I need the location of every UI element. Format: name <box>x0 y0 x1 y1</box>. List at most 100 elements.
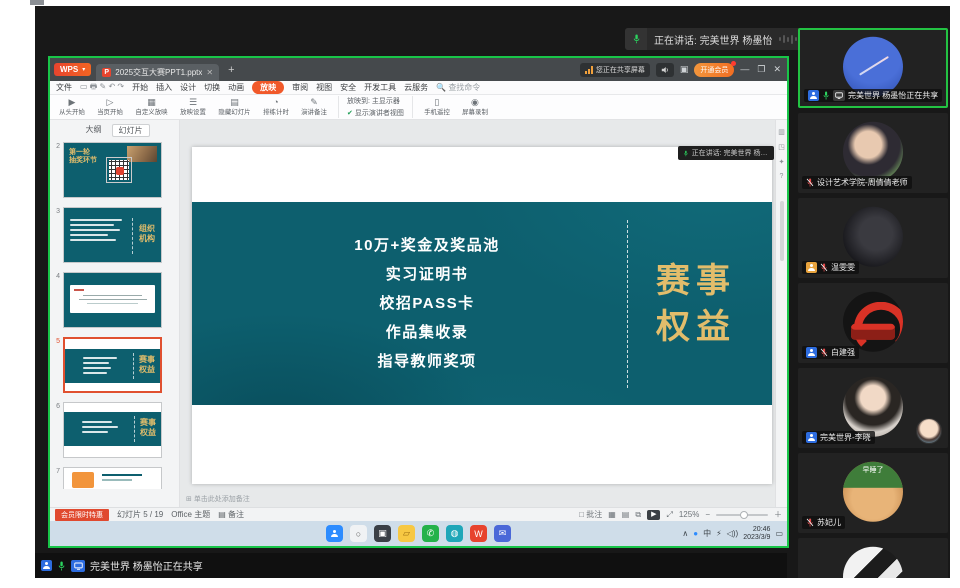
tool-rehearse-timing[interactable]: ◔排练计时 <box>262 97 290 117</box>
new-tab-button[interactable]: + <box>224 64 238 76</box>
share-audio-chip[interactable] <box>656 63 674 77</box>
speaker-icon <box>661 66 669 74</box>
member-upgrade-pill[interactable]: 开通会员 <box>694 63 734 77</box>
file-explorer-icon[interactable]: ▱ <box>398 525 415 542</box>
tab-transition[interactable]: 切换 <box>204 82 220 93</box>
floating-speaker-pill[interactable]: 正在讲话: 完美世界 杨墨怡 <box>678 146 774 160</box>
presenter-view-checkbox: ✔显示演讲者视图 <box>347 108 404 118</box>
mic-on-icon[interactable] <box>57 560 66 572</box>
host-badge-icon <box>41 560 52 571</box>
view-normal-icon[interactable]: ▦ <box>608 510 616 519</box>
right-sidebar-strip[interactable]: ▥◳ ✦? <box>775 120 787 507</box>
mic-muted-icon <box>806 177 814 188</box>
find-command-box[interactable]: 🔍 查找命令 <box>436 82 480 93</box>
screen-share-icon[interactable] <box>71 560 85 572</box>
tab-devtools[interactable]: 开发工具 <box>364 82 396 93</box>
close-button[interactable]: ✕ <box>773 64 781 75</box>
mail-app-icon[interactable]: ✉ <box>494 525 511 542</box>
host-badge-icon <box>806 347 817 358</box>
quick-access-toolbar[interactable]: ▭ 🖶 ✎ ↶ ↷ <box>80 81 124 95</box>
tab-cloud[interactable]: 云服务 <box>404 82 428 93</box>
restore-button[interactable]: ❐ <box>757 64 765 75</box>
slides-tab[interactable]: 幻灯片 <box>112 124 150 137</box>
theme-name[interactable]: Office 主题 <box>171 509 210 520</box>
tab-animation[interactable]: 动画 <box>228 82 244 93</box>
zoom-slider[interactable] <box>716 514 768 516</box>
participant-tile[interactable]: 完美世界-李晓 <box>798 368 948 448</box>
current-slide[interactable]: 10万+奖金及奖品池 实习证明书 校招PASS卡 作品集收录 指导教师奖项 赛事… <box>192 147 772 484</box>
participant-tile[interactable]: 早睡了 苏妃儿 <box>798 453 948 533</box>
wps-logo[interactable]: WPS▾ <box>54 63 91 76</box>
zoom-in-button[interactable]: ＋ <box>774 509 782 520</box>
participant-tile[interactable]: 温雯雯 <box>798 198 948 278</box>
tool-play-from-start[interactable]: ▶从头开始 <box>58 97 86 117</box>
meeting-app-icon[interactable] <box>326 525 343 542</box>
promo-badge[interactable]: 会员限时特惠 <box>55 509 109 521</box>
system-tray[interactable]: ∧ ● 中 ⚡ ◁)) 20:46 2023/3/9 ▭ <box>682 521 783 546</box>
notification-icon: ▭ <box>775 529 783 538</box>
tray-expand-icon: ∧ <box>682 529 688 538</box>
tool-phone-remote[interactable]: ▯手机遥控 <box>423 97 451 117</box>
fit-icon[interactable]: ⤢ <box>666 510 672 520</box>
tab-home[interactable]: 开始 <box>132 82 148 93</box>
comments-toggle[interactable]: □ 批注 <box>579 509 602 520</box>
slide-thumbnail[interactable]: 6 赛事权益 <box>52 402 175 458</box>
search-icon[interactable]: ○ <box>350 525 367 542</box>
tab-close-icon[interactable]: ✕ <box>206 68 213 77</box>
tab-slideshow-active[interactable]: 放映 <box>252 81 284 94</box>
tool-show-settings[interactable]: ☰放映设置 <box>179 97 207 117</box>
wechat-icon[interactable]: ✆ <box>422 525 439 542</box>
avatar <box>843 547 903 578</box>
avatar <box>843 292 903 352</box>
view-sorter-icon[interactable]: ▤ <box>622 510 630 519</box>
assistant-icon[interactable]: ▣ <box>680 64 689 75</box>
slide-thumbnail[interactable]: 2 第一轮抽奖环节 <box>52 142 175 198</box>
meeting-share-dock[interactable]: 您正在共享屏幕 <box>580 63 650 77</box>
mic-muted-icon <box>806 517 814 528</box>
notes-toggle[interactable]: ▤ 备注 <box>218 509 244 520</box>
tool-custom-show[interactable]: ▦自定义放映 <box>134 97 169 117</box>
participant-tile[interactable]: 白建强 <box>798 283 948 363</box>
file-menu[interactable]: 文件 <box>56 82 72 93</box>
thumbnail-list[interactable]: 2 第一轮抽奖环节 3 <box>50 140 179 507</box>
slide-thumbnail[interactable]: 7 <box>52 467 175 489</box>
scrollbar[interactable] <box>780 201 784 261</box>
browser-icon[interactable]: ◍ <box>446 525 463 542</box>
slide-thumbnail-selected[interactable]: 5 赛事权益 <box>52 337 175 393</box>
show-options[interactable]: 放映到: 主显示器 ✔显示演讲者视图 <box>338 96 413 118</box>
outline-tab[interactable]: 大纲 <box>80 124 108 137</box>
tab-review[interactable]: 审阅 <box>292 82 308 93</box>
slide-panel: 大纲 幻灯片 2 第一轮抽奖环节 <box>50 120 180 507</box>
tool-screen-record[interactable]: ◉屏幕录制 <box>461 97 489 117</box>
taskbar-clock[interactable]: 20:46 2023/3/9 <box>743 526 770 542</box>
slide-thumbnail[interactable]: 3 组织机构 <box>52 207 175 263</box>
view-read-icon[interactable]: ⧉ <box>635 510 641 520</box>
wps-app-icon[interactable]: W <box>470 525 487 542</box>
volume-icon: ◁)) <box>727 529 738 538</box>
ime-indicator: 中 <box>703 528 711 539</box>
slide-thumbnail[interactable]: 4 <box>52 272 175 328</box>
tab-security[interactable]: 安全 <box>340 82 356 93</box>
tab-view[interactable]: 视图 <box>316 82 332 93</box>
zoom-level[interactable]: 125% <box>679 510 699 519</box>
microphone-icon <box>625 28 647 50</box>
zoom-out-button[interactable]: − <box>705 510 710 519</box>
tab-insert[interactable]: 插入 <box>156 82 172 93</box>
play-button[interactable]: ▶ <box>647 510 660 520</box>
tool-play-from-current[interactable]: ▷当页开始 <box>96 97 124 117</box>
notes-placeholder[interactable]: ⊞ 单击此处添加备注 <box>186 494 250 504</box>
member-badge-icon <box>806 262 817 273</box>
participant-tile[interactable]: 设计艺术学院-周倩倩老师 <box>798 113 948 193</box>
dashed-divider <box>627 220 628 388</box>
signal-bars-icon <box>585 66 593 74</box>
tool-speaker-notes[interactable]: ✎演讲备注 <box>300 97 328 117</box>
desktop-app-icon[interactable]: ▣ <box>374 525 391 542</box>
animation-icon: ✦ <box>779 158 785 166</box>
tab-design[interactable]: 设计 <box>180 82 196 93</box>
slide-canvas[interactable]: 10万+奖金及奖品池 实习证明书 校招PASS卡 作品集收录 指导教师奖项 赛事… <box>180 120 775 507</box>
document-tab[interactable]: P 2025交互大赛PPT1.pptx ✕ <box>96 64 219 81</box>
minimize-button[interactable]: — <box>740 64 749 75</box>
participant-tile[interactable]: 完美世界 杨墨怡正在共享 <box>798 28 948 108</box>
tool-hide-slide[interactable]: ▤隐藏幻灯片 <box>217 97 252 117</box>
participant-tile[interactable] <box>798 538 948 578</box>
